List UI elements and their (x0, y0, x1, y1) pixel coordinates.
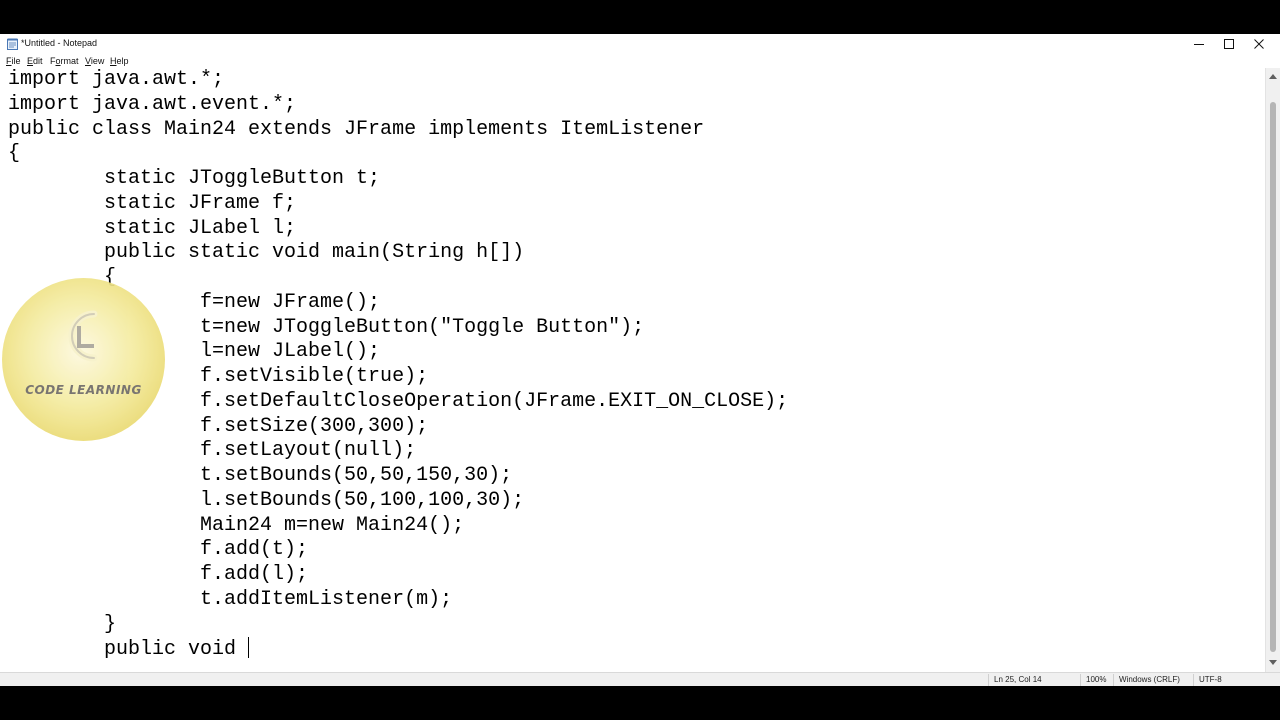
minimize-button[interactable] (1184, 34, 1214, 54)
status-bar: Ln 25, Col 14 100% Windows (CRLF) UTF-8 (0, 672, 1280, 687)
menu-help[interactable]: Help (110, 56, 129, 66)
video-letterbox-bottom (0, 686, 1280, 720)
status-line-ending: Windows (CRLF) (1119, 675, 1180, 684)
video-letterbox-top (0, 0, 1280, 34)
status-encoding: UTF-8 (1199, 675, 1222, 684)
minimize-icon (1194, 44, 1204, 45)
title-bar[interactable]: *Untitled - Notepad (0, 34, 1280, 54)
status-zoom: 100% (1086, 675, 1107, 684)
scroll-down-arrow-icon[interactable] (1269, 660, 1277, 665)
menu-edit[interactable]: Edit (27, 56, 43, 66)
window-title: *Untitled - Notepad (21, 38, 98, 48)
status-divider (988, 674, 989, 686)
code-learning-watermark: CODE LEARNING (2, 278, 165, 441)
text-caret (248, 637, 250, 659)
menu-bar: File Edit Format View Help (0, 54, 1280, 68)
status-divider (1113, 674, 1114, 686)
status-divider (1080, 674, 1081, 686)
menu-view[interactable]: View (85, 56, 104, 66)
maximize-button[interactable] (1214, 34, 1244, 54)
status-cursor-position: Ln 25, Col 14 (994, 675, 1042, 684)
notepad-window: *Untitled - Notepad File Edit Format Vie… (0, 34, 1280, 687)
code-learning-logo-icon (68, 310, 98, 362)
menu-file[interactable]: File (6, 56, 21, 66)
notepad-icon (7, 38, 18, 50)
close-icon (1254, 39, 1264, 49)
vertical-scrollbar[interactable] (1265, 68, 1280, 672)
close-button[interactable] (1244, 34, 1274, 54)
text-editor-area[interactable]: import java.awt.*; import java.awt.event… (1, 68, 1265, 672)
watermark-text: CODE LEARNING (25, 383, 142, 397)
scrollbar-thumb[interactable] (1270, 102, 1276, 652)
status-divider (1193, 674, 1194, 686)
menu-format[interactable]: Format (50, 56, 79, 66)
maximize-icon (1224, 39, 1234, 49)
scroll-up-arrow-icon[interactable] (1269, 74, 1277, 79)
